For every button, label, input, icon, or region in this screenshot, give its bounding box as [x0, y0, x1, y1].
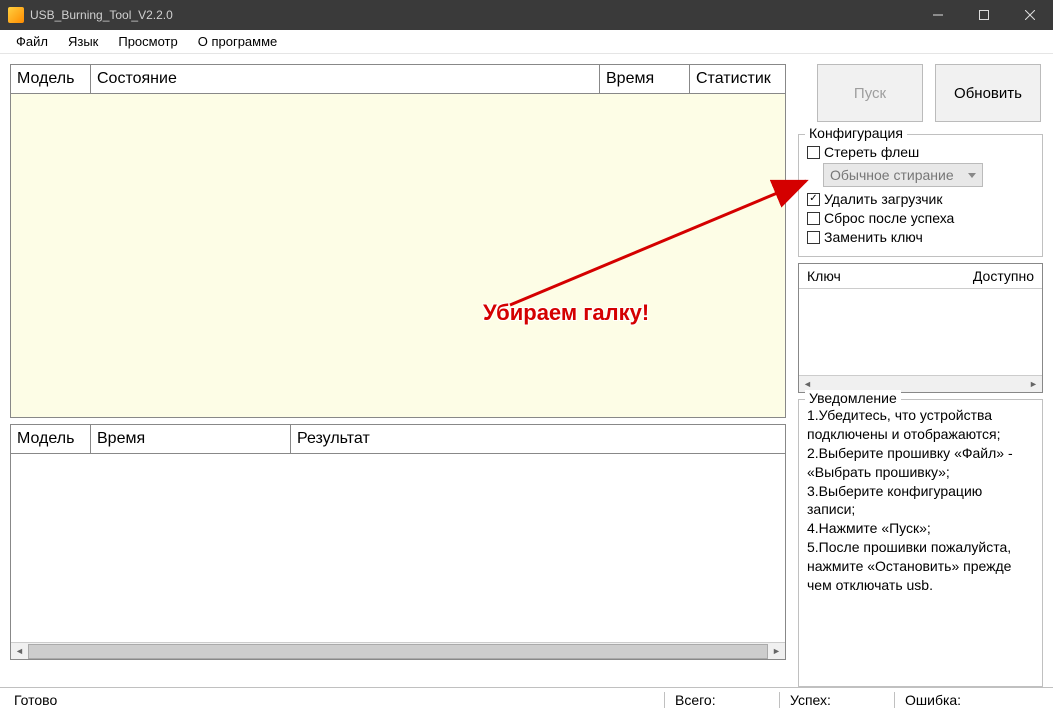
menu-about[interactable]: О программе — [188, 32, 288, 51]
key-panel-header: Ключ Доступно — [799, 264, 1042, 289]
col-model2[interactable]: Модель — [11, 425, 91, 453]
key-panel: Ключ Доступно ◄ ► — [798, 263, 1043, 393]
status-total: Всего: — [667, 692, 777, 708]
app-icon — [8, 7, 24, 23]
device-table: Модель Состояние Время Статистик — [10, 64, 786, 418]
right-column: Пуск Обновить Конфигурация Стереть флеш … — [798, 64, 1043, 687]
erase-bootloader-row[interactable]: Удалить загрузчик — [807, 191, 1034, 207]
menu-file[interactable]: Файл — [6, 32, 58, 51]
start-button[interactable]: Пуск — [817, 64, 923, 122]
window-title: USB_Burning_Tool_V2.2.0 — [30, 8, 915, 22]
result-table: Модель Время Результат ◄ ► — [10, 424, 786, 660]
client-area: Модель Состояние Время Статистик Модель … — [0, 54, 1053, 687]
left-column: Модель Состояние Время Статистик Модель … — [10, 64, 786, 687]
scroll-right-icon[interactable]: ► — [768, 643, 785, 660]
menubar: Файл Язык Просмотр О программе — [0, 30, 1053, 54]
replace-key-row[interactable]: Заменить ключ — [807, 229, 1034, 245]
maximize-button[interactable] — [961, 0, 1007, 30]
notice-group: Уведомление 1.Убедитесь, что устройства … — [798, 399, 1043, 687]
result-hscroll[interactable]: ◄ ► — [11, 642, 785, 659]
col-time2[interactable]: Время — [91, 425, 291, 453]
button-row: Пуск Обновить — [798, 64, 1043, 122]
result-table-body — [11, 454, 785, 642]
notice-text: 1.Убедитесь, что устройства подключены и… — [807, 406, 1034, 595]
erase-bootloader-label: Удалить загрузчик — [824, 191, 942, 207]
result-table-header: Модель Время Результат — [11, 425, 785, 454]
status-ready: Готово — [6, 692, 662, 708]
reset-after-label: Сброс после успеха — [824, 210, 954, 226]
menu-view[interactable]: Просмотр — [108, 32, 187, 51]
key-scroll-right-icon[interactable]: ► — [1025, 376, 1042, 393]
reset-after-checkbox[interactable] — [807, 212, 820, 225]
scroll-thumb[interactable] — [28, 644, 768, 659]
col-state[interactable]: Состояние — [91, 65, 600, 93]
minimize-button[interactable] — [915, 0, 961, 30]
status-error: Ошибка: — [897, 692, 1047, 708]
erase-mode-dropdown[interactable]: Обычное стирание — [823, 163, 983, 187]
menu-lang[interactable]: Язык — [58, 32, 108, 51]
titlebar: USB_Burning_Tool_V2.2.0 — [0, 0, 1053, 30]
key-col-avail: Доступно — [973, 268, 1034, 284]
status-success: Успех: — [782, 692, 892, 708]
device-table-header: Модель Состояние Время Статистик — [11, 65, 785, 94]
key-col-key: Ключ — [807, 268, 841, 284]
statusbar: Готово Всего: Успех: Ошибка: — [0, 687, 1053, 711]
notice-title: Уведомление — [805, 390, 901, 406]
col-model[interactable]: Модель — [11, 65, 91, 93]
replace-key-label: Заменить ключ — [824, 229, 923, 245]
device-table-body — [11, 94, 785, 417]
col-time[interactable]: Время — [600, 65, 690, 93]
refresh-button[interactable]: Обновить — [935, 64, 1041, 122]
reset-after-row[interactable]: Сброс после успеха — [807, 210, 1034, 226]
config-title: Конфигурация — [805, 125, 907, 141]
erase-flash-row[interactable]: Стереть флеш — [807, 144, 1034, 160]
erase-flash-label: Стереть флеш — [824, 144, 919, 160]
col-result2[interactable]: Результат — [291, 425, 785, 453]
config-group: Конфигурация Стереть флеш Обычное стиран… — [798, 134, 1043, 257]
erase-flash-checkbox[interactable] — [807, 146, 820, 159]
close-button[interactable] — [1007, 0, 1053, 30]
scroll-left-icon[interactable]: ◄ — [11, 643, 28, 660]
col-stats[interactable]: Статистик — [690, 65, 785, 93]
key-panel-body — [799, 289, 1042, 375]
replace-key-checkbox[interactable] — [807, 231, 820, 244]
erase-bootloader-checkbox[interactable] — [807, 193, 820, 206]
